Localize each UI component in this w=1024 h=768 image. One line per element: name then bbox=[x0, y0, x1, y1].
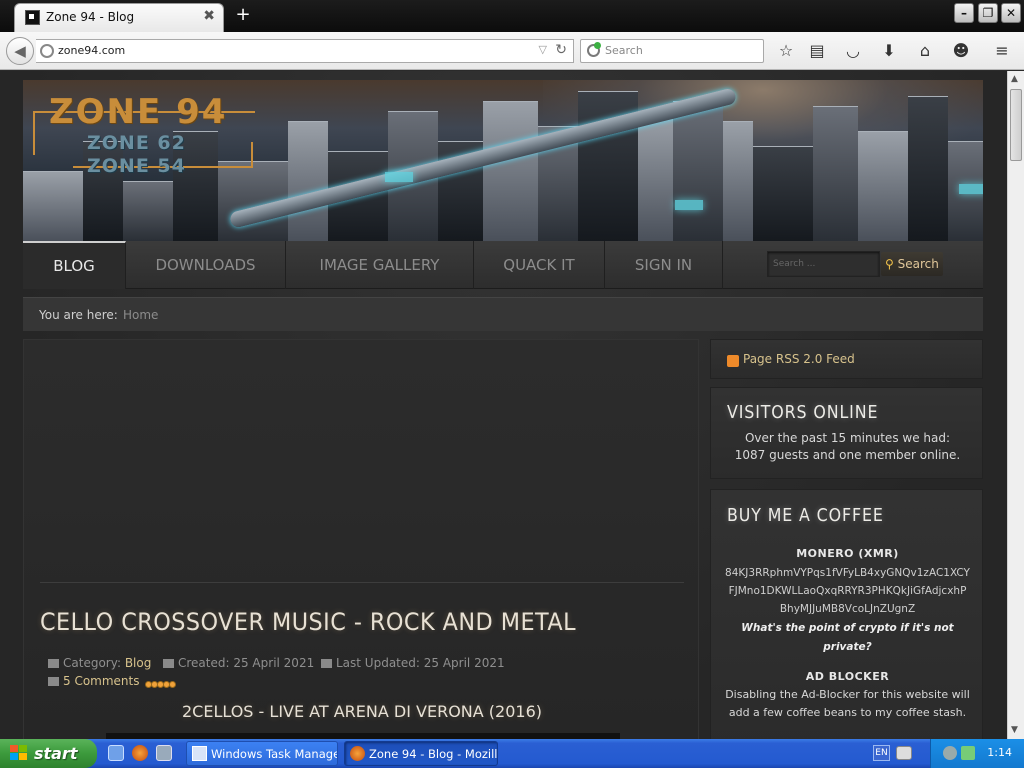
tab-title: Zone 94 - Blog bbox=[46, 10, 135, 24]
comments-link[interactable]: 5 Comments bbox=[63, 674, 140, 688]
breadcrumb-label: You are here: bbox=[39, 308, 118, 322]
rating-star-icon bbox=[169, 681, 176, 688]
chat-icon[interactable]: ☻ bbox=[951, 41, 971, 61]
firefox-icon bbox=[350, 746, 365, 761]
page-viewport: ZONE 94 ZONE 62 ZONE 54 BLOG DOWNLOADS I… bbox=[0, 71, 1007, 739]
visitors-line-2: 1087 guests and one member online. bbox=[734, 448, 961, 462]
monero-address-line[interactable]: BhyMJJuMB8VcoLJnZUgnZ bbox=[711, 603, 984, 615]
navigation-toolbar: ◀ zone94.com ▽ ↻ Search ☆ ▤ ◡ ⬇ ⌂ ☻ ≡ bbox=[0, 32, 1024, 70]
article-created: Created: 25 April 2021 bbox=[163, 656, 314, 670]
main-content: CELLO CROSSOVER MUSIC - ROCK AND METAL C… bbox=[23, 339, 699, 739]
menu-icon[interactable]: ≡ bbox=[992, 41, 1012, 61]
site-favicon-icon bbox=[25, 10, 40, 25]
article-category: Category: Blog bbox=[48, 656, 151, 670]
url-text: zone94.com bbox=[58, 44, 126, 57]
download-icon[interactable]: ⬇ bbox=[879, 41, 899, 61]
site-search-input[interactable]: Search ... bbox=[767, 251, 880, 277]
back-button[interactable]: ◀ bbox=[6, 37, 34, 65]
article-title[interactable]: CELLO CROSSOVER MUSIC - ROCK AND METAL bbox=[40, 608, 576, 636]
home-icon[interactable]: ⌂ bbox=[915, 41, 935, 61]
calendar-edit-icon bbox=[321, 659, 332, 668]
article-subheading: 2CELLOS - LIVE AT ARENA DI VERONA (2016) bbox=[181, 702, 542, 721]
system-tray: 1:14 bbox=[930, 739, 1024, 768]
globe-icon bbox=[40, 44, 54, 58]
start-button[interactable]: start bbox=[0, 739, 97, 768]
visitors-box: VISITORS ONLINE Over the past 15 minutes… bbox=[710, 387, 983, 479]
search-icon: ⚲ bbox=[885, 257, 894, 271]
logo-sub-zone-54: ZONE 54 bbox=[87, 155, 186, 177]
task-manager-icon bbox=[192, 746, 207, 761]
browser-tab[interactable]: Zone 94 - Blog ✖ bbox=[14, 3, 224, 32]
menu-item-downloads[interactable]: DOWNLOADS bbox=[126, 241, 286, 289]
article-updated: Last Updated: 25 April 2021 bbox=[321, 656, 505, 670]
rss-box: Page RSS 2.0 Feed bbox=[710, 339, 983, 379]
main-menu: BLOG DOWNLOADS IMAGE GALLERY QUACK IT SI… bbox=[23, 241, 983, 289]
menu-item-image-gallery[interactable]: IMAGE GALLERY bbox=[286, 241, 474, 289]
site-search-button[interactable]: ⚲ Search bbox=[881, 252, 943, 276]
visitors-title: VISITORS ONLINE bbox=[727, 402, 879, 423]
url-bar[interactable]: zone94.com ▽ ↻ bbox=[36, 39, 574, 63]
logo-sub-zone-62: ZONE 62 bbox=[87, 132, 186, 154]
monero-label: MONERO (XMR) bbox=[796, 547, 899, 560]
menu-item-sign-in[interactable]: SIGN IN bbox=[605, 241, 723, 289]
article-rating[interactable] bbox=[145, 673, 176, 692]
monero-address-line[interactable]: 84KJ3RRphmVYPqs1fVFyLB4xyGNQv1zAC1XCY bbox=[711, 567, 984, 579]
site-logo[interactable]: ZONE 94 bbox=[49, 92, 227, 132]
language-indicator[interactable]: EN bbox=[873, 745, 890, 761]
restore-button[interactable]: ❐ bbox=[978, 3, 998, 23]
show-desktop-icon[interactable] bbox=[156, 745, 172, 761]
monero-address-line[interactable]: FJMno1DKWLLaoQxqRRYR3PHKQkJiGfAdjcxhP bbox=[711, 585, 984, 597]
search-engine-icon bbox=[587, 42, 601, 57]
vertical-scrollbar[interactable]: ▲ ▼ bbox=[1007, 71, 1024, 739]
taskbar: start Windows Task Manager Zone 94 - Blo… bbox=[0, 739, 1024, 768]
article-comments[interactable]: 5 Comments bbox=[48, 674, 140, 688]
visitors-line-1: Over the past 15 minutes we had: bbox=[744, 431, 951, 445]
scroll-down-icon[interactable]: ▼ bbox=[1011, 725, 1018, 735]
minimize-button[interactable]: – bbox=[954, 3, 974, 23]
rss-link[interactable]: Page RSS 2.0 Feed bbox=[743, 352, 855, 366]
task-windows-task-manager[interactable]: Windows Task Manager bbox=[186, 741, 338, 766]
coffee-title: BUY ME A COFFEE bbox=[727, 505, 884, 526]
adblock-text: add a few coffee beans to my coffee stas… bbox=[728, 706, 967, 719]
breadcrumb: You are here: Home bbox=[23, 297, 983, 331]
breadcrumb-home[interactable]: Home bbox=[123, 308, 158, 322]
url-dropdown-icon[interactable]: ▽ bbox=[539, 43, 547, 56]
clock[interactable]: 1:14 bbox=[987, 746, 1012, 759]
scroll-up-icon[interactable]: ▲ bbox=[1011, 74, 1018, 84]
browser-search-input[interactable]: Search bbox=[580, 39, 764, 63]
task-firefox[interactable]: Zone 94 - Blog - Mozill... bbox=[344, 741, 498, 766]
adblock-label: AD BLOCKER bbox=[805, 670, 890, 683]
site-banner: ZONE 94 ZONE 62 ZONE 54 bbox=[23, 80, 983, 241]
calendar-icon bbox=[163, 659, 174, 668]
safely-remove-icon[interactable] bbox=[961, 746, 975, 760]
reload-icon[interactable]: ↻ bbox=[555, 42, 567, 58]
menu-item-blog[interactable]: BLOG bbox=[23, 241, 126, 289]
keyboard-icon[interactable] bbox=[896, 746, 912, 760]
scrollbar-thumb[interactable] bbox=[1010, 89, 1022, 161]
crypto-note: private? bbox=[823, 641, 872, 653]
adblock-text: Disabling the Ad-Blocker for this websit… bbox=[725, 688, 970, 701]
network-icon[interactable] bbox=[943, 746, 957, 760]
rss-icon bbox=[727, 355, 739, 367]
category-link[interactable]: Blog bbox=[125, 656, 152, 670]
pocket-icon[interactable]: ◡ bbox=[843, 41, 863, 61]
close-window-button[interactable]: ✕ bbox=[1001, 3, 1021, 23]
windows-logo-icon bbox=[10, 745, 28, 762]
tab-close-icon[interactable]: ✖ bbox=[203, 8, 215, 24]
browser-search-placeholder: Search bbox=[605, 44, 643, 57]
site-search-button-label: Search bbox=[897, 257, 939, 271]
bookmark-star-icon[interactable]: ☆ bbox=[776, 41, 796, 61]
ie-quicklaunch-icon[interactable] bbox=[108, 745, 124, 761]
coffee-box: BUY ME A COFFEE MONERO (XMR) 84KJ3RRphmV… bbox=[710, 489, 983, 739]
firefox-quicklaunch-icon[interactable] bbox=[132, 745, 148, 761]
start-label: start bbox=[34, 744, 78, 763]
tab-strip: Zone 94 - Blog ✖ + – ❐ ✕ bbox=[0, 0, 1024, 32]
reading-list-icon[interactable]: ▤ bbox=[807, 41, 827, 61]
menu-item-quack-it[interactable]: QUACK IT bbox=[474, 241, 605, 289]
new-tab-button[interactable]: + bbox=[234, 4, 252, 26]
comment-icon bbox=[48, 677, 59, 686]
divider bbox=[40, 582, 684, 583]
folder-icon bbox=[48, 659, 59, 668]
crypto-note: What's the point of crypto if it's not bbox=[741, 622, 954, 634]
